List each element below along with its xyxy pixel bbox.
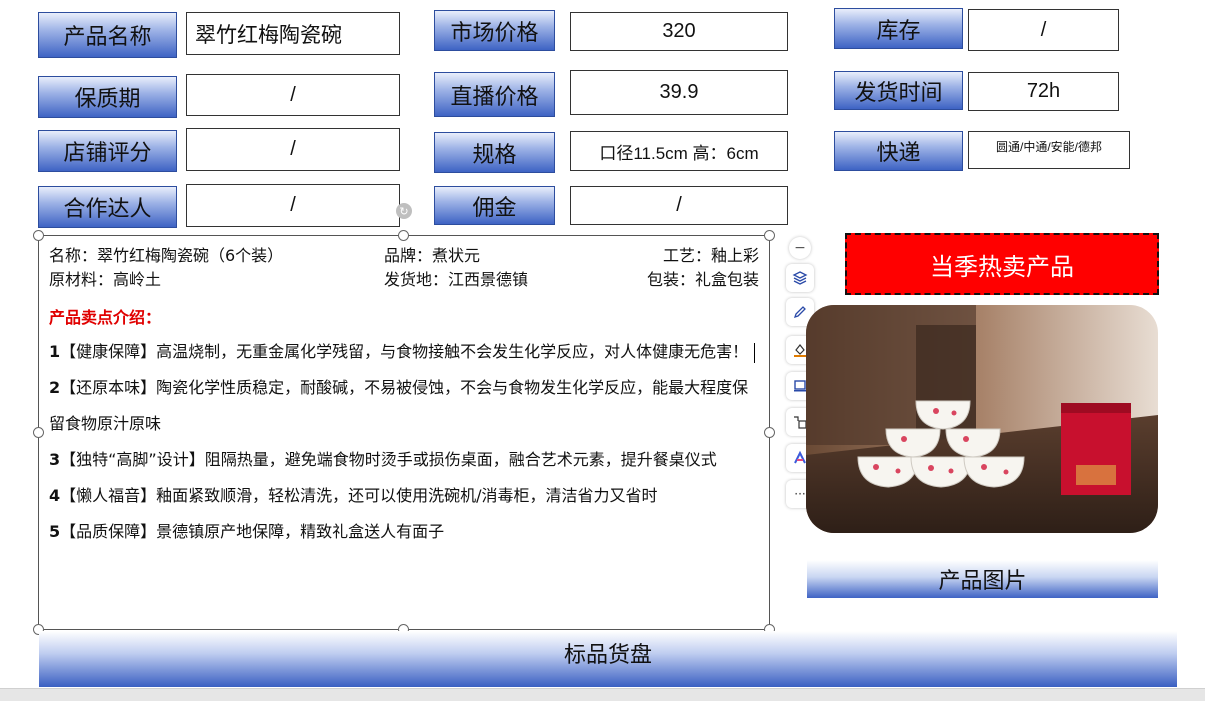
resize-handle-top-right[interactable] (764, 230, 775, 241)
point-text: 【品质保障】景德镇原产地保障，精致礼盒送人有面子 (60, 522, 445, 541)
horizontal-scrollbar[interactable] (0, 688, 1205, 701)
stock-value[interactable]: / (968, 9, 1119, 51)
selling-point-4: 4【懒人福音】釉面紧致顺滑，轻松清洗，还可以使用洗碗机/消毒柜，清洁省力又省时 (49, 478, 759, 514)
hot-seller-banner[interactable]: 当季热卖产品 (845, 233, 1159, 295)
selling-point-3: 3【独特“高脚”设计】阻隔热量，避免端食物时烫手或损伤桌面，融合艺术元素，提升餐… (49, 442, 759, 478)
shop-rating-value[interactable]: / (186, 128, 400, 171)
product-photo-caption[interactable]: 产品图片 (807, 560, 1158, 598)
resize-handle-top-left[interactable] (33, 230, 44, 241)
standard-goods-footer[interactable]: 标品货盘 (39, 631, 1177, 687)
point-number: 4 (49, 486, 61, 505)
rotate-handle-icon[interactable]: ↻ (396, 203, 412, 219)
point-number: 3 (49, 450, 61, 469)
detail-brand: 品牌：煮状元 (384, 246, 481, 265)
courier-label[interactable]: 快递 (834, 131, 963, 171)
point-number: 5 (49, 522, 61, 541)
live-price-value[interactable]: 39.9 (570, 70, 788, 115)
point-text: 【还原本味】陶瓷化学性质稳定，耐酸碱，不易被侵蚀，不会与食物发生化学反应，能最大… (49, 378, 749, 433)
point-text: 【懒人福音】釉面紧致顺滑，轻松清洗，还可以使用洗碗机/消毒柜，清洁省力又省时 (60, 486, 658, 505)
selling-points-title: 产品卖点介绍： (49, 308, 162, 327)
commission-value[interactable]: / (570, 186, 788, 225)
product-photo[interactable] (806, 305, 1158, 533)
courier-value[interactable]: 圆通/中通/安能/德邦 (968, 131, 1130, 169)
minus-icon[interactable]: − (789, 237, 811, 259)
product-name-label[interactable]: 产品名称 (38, 12, 177, 58)
selling-point-1: 1【健康保障】高温烧制，无重金属化学残留，与食物接触不会发生化学反应，对人体健康… (49, 334, 759, 370)
detail-origin: 发货地：江西景德镇 (384, 270, 529, 289)
point-text: 【健康保障】高温烧制，无重金属化学残留，与食物接触不会发生化学反应，对人体健康无… (60, 342, 749, 361)
spec-label[interactable]: 规格 (434, 132, 555, 173)
text-cursor (754, 342, 756, 363)
spec-value[interactable]: 口径11.5cm 高：6cm (570, 131, 788, 171)
partner-label[interactable]: 合作达人 (38, 186, 177, 228)
detail-packaging: 包装：礼盒包装 (646, 270, 759, 289)
details-row-2: 原材料：高岭土 发货地：江西景德镇 包装：礼盒包装 (49, 268, 759, 292)
product-details-textbox[interactable]: 名称：翠竹红梅陶瓷碗（6个装） 品牌：煮状元 工艺：釉上彩 原材料：高岭土 发货… (38, 235, 770, 630)
commission-label[interactable]: 佣金 (434, 186, 555, 225)
resize-handle-right[interactable] (764, 427, 775, 438)
live-price-label[interactable]: 直播价格 (434, 72, 555, 117)
point-text: 【独特“高脚”设计】阻隔热量，避免端食物时烫手或损伤桌面，融合艺术元素，提升餐桌… (60, 450, 717, 469)
shelf-life-value[interactable]: / (186, 74, 400, 116)
market-price-label[interactable]: 市场价格 (434, 10, 555, 51)
details-row-1: 名称：翠竹红梅陶瓷碗（6个装） 品牌：煮状元 工艺：釉上彩 (49, 244, 759, 268)
resize-handle-left[interactable] (33, 427, 44, 438)
resize-handle-top[interactable] (398, 230, 409, 241)
ship-time-value[interactable]: 72h (968, 72, 1119, 111)
product-name-value[interactable]: 翠竹红梅陶瓷碗 (186, 12, 400, 55)
shop-rating-label[interactable]: 店铺评分 (38, 130, 177, 172)
detail-material: 原材料：高岭土 (49, 270, 162, 289)
market-price-value[interactable]: 320 (570, 12, 788, 51)
selling-point-2: 2【还原本味】陶瓷化学性质稳定，耐酸碱，不易被侵蚀，不会与食物发生化学反应，能最… (49, 370, 759, 442)
ship-time-label[interactable]: 发货时间 (834, 71, 963, 110)
point-number: 2 (49, 378, 61, 397)
stock-label[interactable]: 库存 (834, 8, 963, 49)
layers-icon[interactable] (786, 264, 814, 292)
partner-value[interactable]: / (186, 184, 400, 227)
selling-point-5: 5【品质保障】景德镇原产地保障，精致礼盒送人有面子 (49, 514, 759, 550)
point-number: 1 (49, 342, 61, 361)
shelf-life-label[interactable]: 保质期 (38, 76, 177, 118)
detail-craft: 工艺：釉上彩 (662, 246, 759, 265)
detail-name: 名称：翠竹红梅陶瓷碗（6个装） (49, 246, 284, 265)
